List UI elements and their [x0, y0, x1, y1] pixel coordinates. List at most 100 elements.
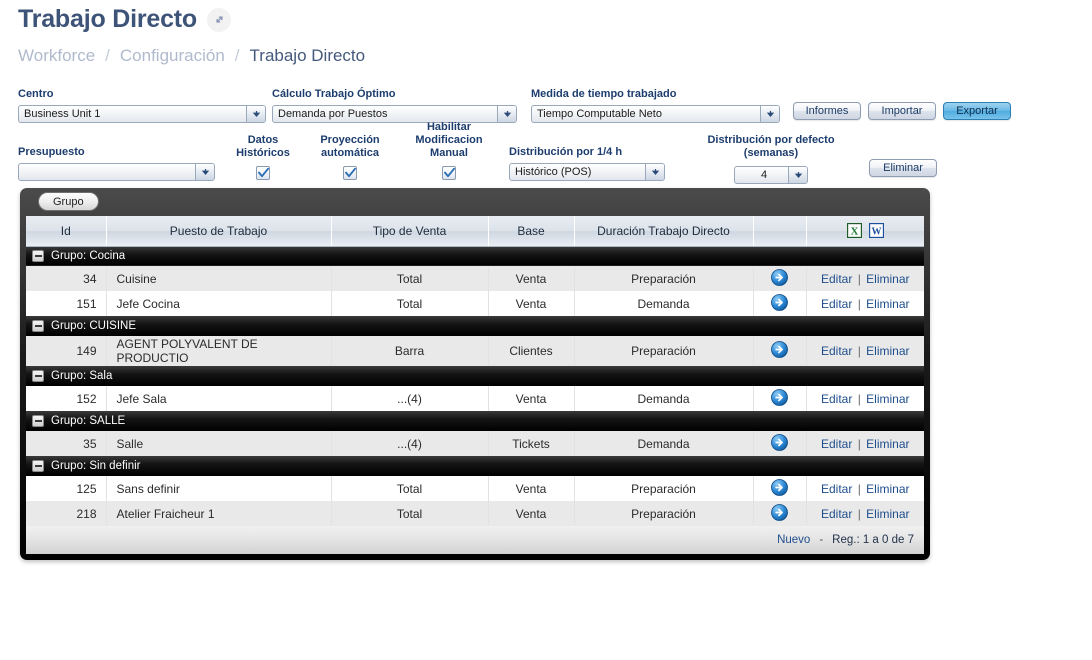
group-label: Grupo: CUISINE: [51, 320, 136, 332]
delete-link[interactable]: Eliminar: [866, 297, 909, 311]
proyeccion-label-2: automática: [313, 147, 387, 160]
cell-detail-action[interactable]: [753, 336, 806, 366]
nuevo-link[interactable]: Nuevo: [777, 534, 810, 546]
calculo-value: Demanda por Puestos: [278, 108, 497, 120]
habilitar-modificacion-manual-checkbox[interactable]: [442, 166, 456, 180]
table-row[interactable]: 151 Jefe Cocina Total Venta Demanda: [26, 291, 924, 316]
table-row[interactable]: 152 Jefe Sala ...(4) Venta Demanda: [26, 386, 924, 411]
cell-row-actions: Editar | Eliminar: [806, 291, 924, 316]
cell-base: Clientes: [488, 336, 574, 366]
edit-link[interactable]: Editar: [821, 482, 852, 496]
blue-arrow-right-icon[interactable]: [771, 341, 788, 361]
cell-duracion: Preparación: [574, 501, 753, 526]
blue-arrow-right-icon[interactable]: [771, 434, 788, 454]
centro-label: Centro: [18, 88, 266, 101]
distribucion-defecto-value: 4: [740, 169, 788, 181]
edit-link[interactable]: Editar: [821, 272, 852, 286]
delete-link[interactable]: Eliminar: [866, 344, 909, 358]
distribucion-cuarto-field: Distribución por 1/4 h Histórico (POS): [509, 146, 665, 181]
cell-detail-action[interactable]: [753, 501, 806, 526]
group-header-row[interactable]: Grupo: Cocina: [26, 246, 924, 266]
breadcrumb-item-configuracion[interactable]: Configuración: [120, 44, 225, 68]
minus-collapse-icon[interactable]: [32, 460, 44, 472]
delete-link[interactable]: Eliminar: [866, 437, 909, 451]
column-header-id[interactable]: Id: [26, 216, 106, 246]
group-header-row[interactable]: Grupo: CUISINE: [26, 316, 924, 336]
blue-arrow-right-icon[interactable]: [771, 479, 788, 499]
group-label: Grupo: Cocina: [51, 250, 125, 262]
cell-id: 125: [26, 476, 106, 501]
exportar-button[interactable]: Exportar: [943, 102, 1011, 120]
cell-detail-action[interactable]: [753, 386, 806, 411]
cell-detail-action[interactable]: [753, 476, 806, 501]
proyeccion-automatica-checkbox[interactable]: [343, 166, 357, 180]
presupuesto-select[interactable]: [18, 163, 215, 181]
datos-historicos-checkbox[interactable]: [256, 166, 270, 180]
group-header-row[interactable]: Grupo: Sin definir: [26, 456, 924, 476]
word-export-icon[interactable]: W: [869, 223, 884, 238]
blue-arrow-right-icon[interactable]: [771, 504, 788, 524]
calculo-label: Cálculo Trabajo Óptimo: [272, 88, 517, 101]
breadcrumb-separator: /: [235, 44, 240, 68]
column-header-tipo-de-venta[interactable]: Tipo de Venta: [331, 216, 488, 246]
group-header-row[interactable]: Grupo: SALLE: [26, 411, 924, 431]
cell-id: 35: [26, 431, 106, 456]
edit-link[interactable]: Editar: [821, 344, 852, 358]
excel-export-icon[interactable]: X: [847, 223, 862, 238]
cell-row-actions: Editar | Eliminar: [806, 501, 924, 526]
cell-tipo-de-venta: Total: [331, 476, 488, 501]
minus-collapse-icon[interactable]: [32, 250, 44, 262]
cell-detail-action[interactable]: [753, 266, 806, 291]
cell-row-actions: Editar | Eliminar: [806, 476, 924, 501]
group-label: Grupo: Sin definir: [51, 460, 141, 472]
cell-row-actions: Editar | Eliminar: [806, 431, 924, 456]
table-row[interactable]: 218 Atelier Fraicheur 1 Total Venta Prep…: [26, 501, 924, 526]
distribucion-cuarto-select[interactable]: Histórico (POS): [509, 163, 665, 181]
blue-arrow-right-icon[interactable]: [771, 294, 788, 314]
column-header-puesto-de-trabajo[interactable]: Puesto de Trabajo: [106, 216, 331, 246]
cell-detail-action[interactable]: [753, 291, 806, 316]
delete-link[interactable]: Eliminar: [866, 272, 909, 286]
cell-id: 218: [26, 501, 106, 526]
centro-select[interactable]: Business Unit 1: [18, 105, 266, 123]
group-label: Grupo: SALLE: [51, 415, 125, 427]
delete-link[interactable]: Eliminar: [866, 507, 909, 521]
breadcrumb-item-workforce[interactable]: Workforce: [18, 44, 95, 68]
tab-grupo[interactable]: Grupo: [38, 192, 99, 211]
group-header-row[interactable]: Grupo: Sala: [26, 366, 924, 386]
minus-collapse-icon[interactable]: [32, 320, 44, 332]
delete-link[interactable]: Eliminar: [866, 392, 909, 406]
edit-link[interactable]: Editar: [821, 507, 852, 521]
expand-diagonal-icon[interactable]: [207, 8, 231, 32]
title-row: Trabajo Directo: [18, 6, 231, 34]
cell-detail-action[interactable]: [753, 431, 806, 456]
blue-arrow-right-icon[interactable]: [771, 269, 788, 289]
importar-button[interactable]: Importar: [868, 102, 936, 120]
medida-label: Medida de tiempo trabajado: [531, 88, 780, 101]
cell-duracion: Demanda: [574, 291, 753, 316]
edit-link[interactable]: Editar: [821, 297, 852, 311]
cell-puesto-de-trabajo: Jefe Cocina: [106, 291, 331, 316]
column-header-base[interactable]: Base: [488, 216, 574, 246]
table-row[interactable]: 35 Salle ...(4) Tickets Demanda: [26, 431, 924, 456]
edit-link[interactable]: Editar: [821, 392, 852, 406]
cell-id: 151: [26, 291, 106, 316]
blue-arrow-right-icon[interactable]: [771, 389, 788, 409]
minus-collapse-icon[interactable]: [32, 370, 44, 382]
delete-link[interactable]: Eliminar: [866, 482, 909, 496]
table-row[interactable]: 125 Sans definir Total Venta Preparación: [26, 476, 924, 501]
action-separator: |: [858, 392, 861, 406]
medida-select[interactable]: Tiempo Computable Neto: [531, 105, 780, 123]
eliminar-button[interactable]: Eliminar: [869, 159, 937, 177]
datos-historicos-label-2: Históricos: [227, 147, 299, 160]
informes-button[interactable]: Informes: [793, 102, 861, 120]
cell-puesto-de-trabajo: Cuisine: [106, 266, 331, 291]
table-row[interactable]: 149 AGENT POLYVALENT DE PRODUCTIO Barra …: [26, 336, 924, 366]
column-header-duracion-trabajo-directo[interactable]: Duración Trabajo Directo: [574, 216, 753, 246]
chevron-down-icon: [497, 106, 516, 122]
table-row[interactable]: 34 Cuisine Total Venta Preparación: [26, 266, 924, 291]
distribucion-defecto-select[interactable]: 4: [734, 166, 808, 184]
breadcrumb-item-trabajo-directo: Trabajo Directo: [250, 44, 366, 68]
minus-collapse-icon[interactable]: [32, 415, 44, 427]
edit-link[interactable]: Editar: [821, 437, 852, 451]
